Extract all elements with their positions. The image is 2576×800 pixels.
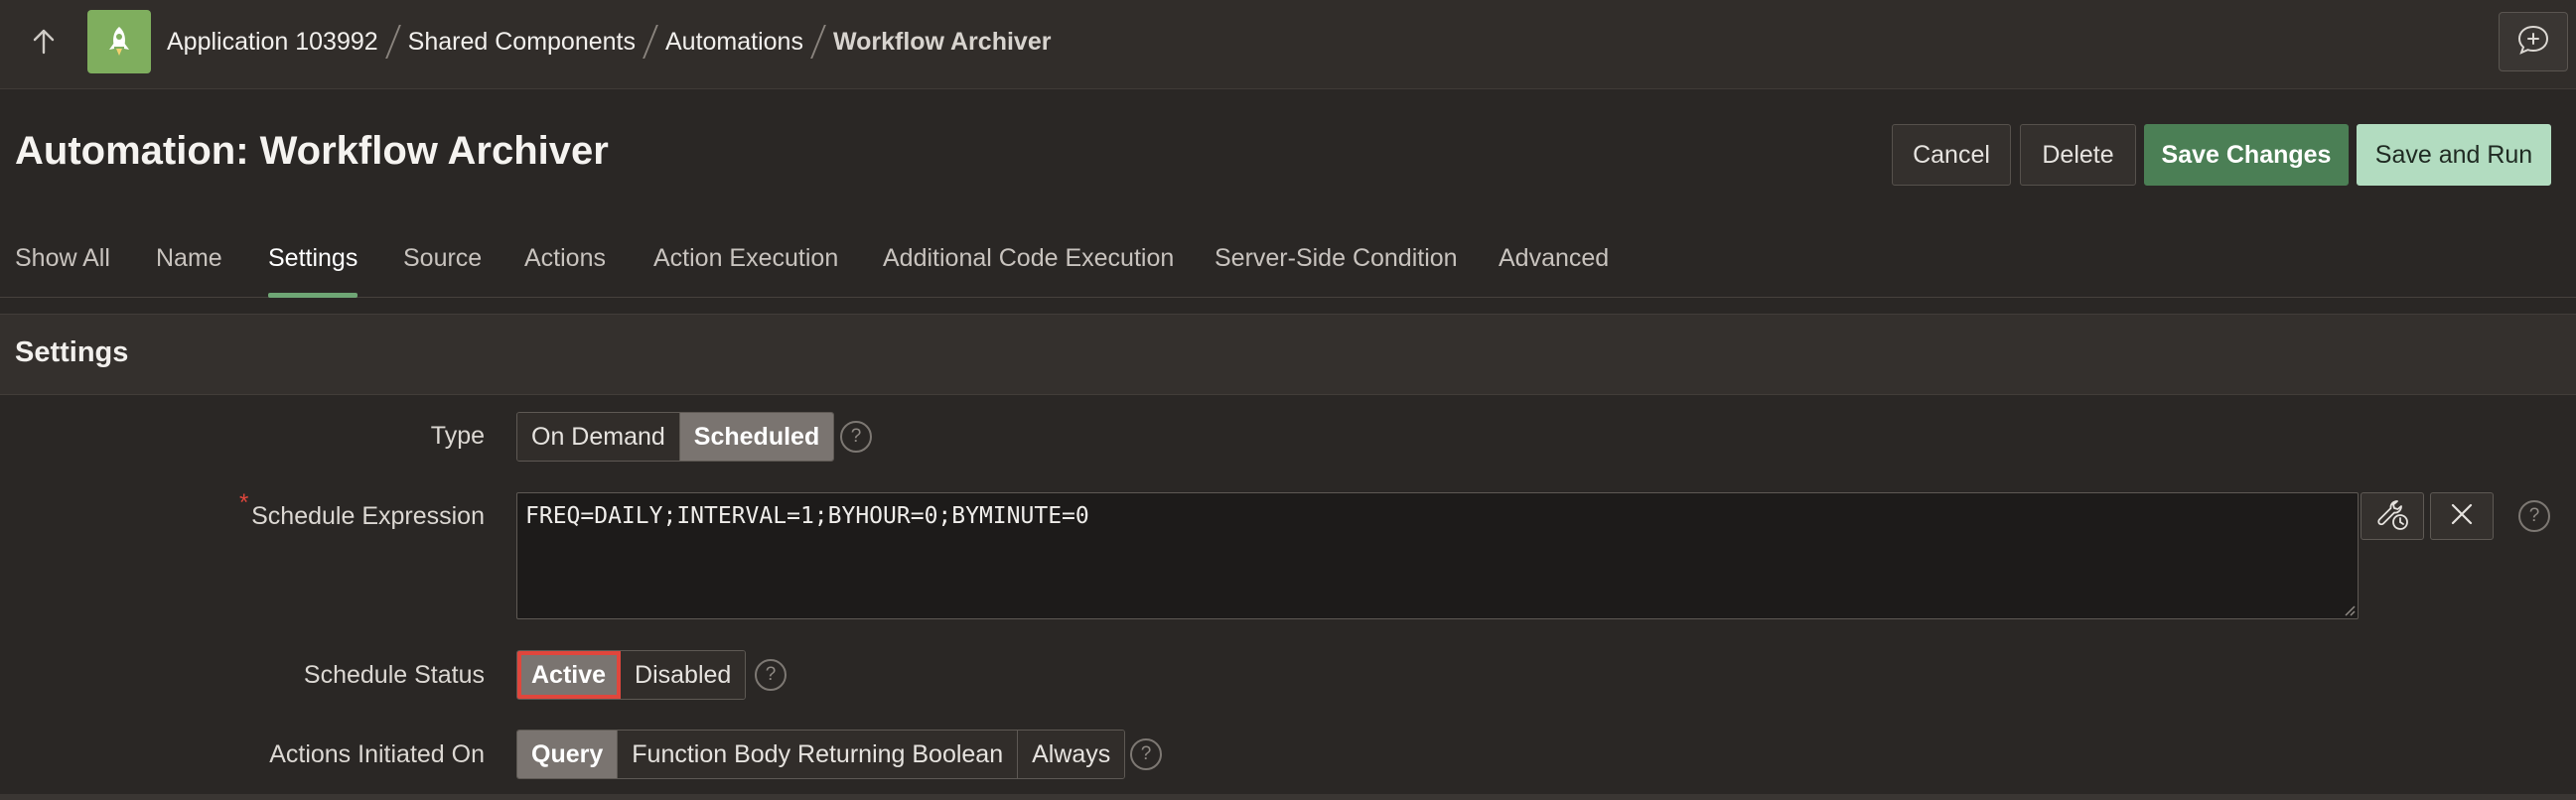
schedule-builder-button[interactable] [2361, 492, 2424, 540]
help-glyph: ? [1140, 743, 1152, 764]
wrench-clock-icon [2375, 497, 2409, 536]
feedback-button[interactable] [2499, 12, 2568, 71]
rocket-icon[interactable] [87, 10, 151, 73]
settings-region-header: Settings [0, 314, 2576, 395]
schedule-expression-value: FREQ=DAILY;INTERVAL=1;BYHOUR=0;BYMINUTE=… [525, 503, 1089, 529]
resize-handle-icon[interactable] [2342, 602, 2356, 616]
actions-initiated-option-query[interactable]: Query [517, 731, 619, 778]
breadcrumb-separator [384, 25, 401, 59]
help-icon[interactable]: ? [755, 659, 787, 691]
type-option-scheduled[interactable]: Scheduled [679, 413, 834, 461]
close-icon [2450, 502, 2474, 531]
tab-additional-code-execution[interactable]: Additional Code Execution [883, 228, 1174, 298]
save-and-run-button[interactable]: Save and Run [2357, 124, 2551, 186]
tab-actions[interactable]: Actions [524, 228, 606, 298]
help-icon[interactable]: ? [1130, 738, 1162, 770]
breadcrumb-separator [643, 25, 658, 59]
schedule-expression-label: Schedule Expression [251, 502, 485, 530]
type-radio-group: On Demand Scheduled [516, 412, 835, 462]
help-icon[interactable]: ? [2518, 500, 2550, 532]
type-option-on-demand[interactable]: On Demand [517, 413, 680, 461]
tab-settings[interactable]: Settings [268, 228, 358, 298]
schedule-status-option-disabled[interactable]: Disabled [621, 651, 746, 699]
tab-action-execution[interactable]: Action Execution [653, 228, 838, 298]
breadcrumb: Application 103992 Shared Components Aut… [167, 0, 1051, 83]
schedule-status-option-active[interactable]: Active [517, 651, 622, 699]
help-icon[interactable]: ? [840, 421, 872, 453]
arrow-up-icon[interactable] [20, 20, 68, 64]
actions-initiated-option-function-body[interactable]: Function Body Returning Boolean [618, 731, 1019, 778]
save-changes-button[interactable]: Save Changes [2144, 124, 2349, 186]
type-label: Type [430, 422, 485, 450]
help-glyph: ? [2528, 505, 2540, 526]
schedule-expression-input[interactable]: FREQ=DAILY;INTERVAL=1;BYHOUR=0;BYMINUTE=… [516, 492, 2359, 619]
top-bar: Application 103992 Shared Components Aut… [0, 0, 2576, 89]
breadcrumb-automations[interactable]: Automations [665, 28, 803, 57]
feedback-chat-icon [2516, 24, 2550, 61]
delete-button[interactable]: Delete [2020, 124, 2136, 186]
breadcrumb-current: Workflow Archiver [832, 27, 1052, 56]
schedule-status-radio-group: Active Disabled [516, 650, 747, 700]
tab-show-all[interactable]: Show All [15, 228, 110, 298]
page-title: Automation: Workflow Archiver [15, 129, 609, 173]
schedule-status-label: Schedule Status [303, 661, 485, 689]
tab-name[interactable]: Name [156, 228, 222, 298]
breadcrumb-separator [810, 25, 826, 59]
actions-initiated-option-always[interactable]: Always [1018, 731, 1125, 778]
breadcrumb-shared-components[interactable]: Shared Components [408, 28, 636, 57]
tab-advanced[interactable]: Advanced [1499, 228, 1609, 298]
region-title: Settings [15, 336, 129, 368]
clear-expression-button[interactable] [2430, 492, 2494, 540]
cancel-button[interactable]: Cancel [1892, 124, 2011, 186]
tab-server-side-condition[interactable]: Server-Side Condition [1215, 228, 1458, 298]
required-indicator: * [239, 489, 249, 516]
breadcrumb-application[interactable]: Application 103992 [167, 28, 378, 57]
help-glyph: ? [850, 426, 862, 447]
tab-source[interactable]: Source [403, 228, 482, 298]
tab-bar: Show All Name Settings Source Actions Ac… [0, 228, 2576, 298]
region-bottom-edge [0, 794, 2576, 800]
actions-initiated-on-radio-group: Query Function Body Returning Boolean Al… [516, 730, 1126, 779]
help-glyph: ? [765, 664, 777, 685]
actions-initiated-on-label: Actions Initiated On [269, 740, 485, 768]
